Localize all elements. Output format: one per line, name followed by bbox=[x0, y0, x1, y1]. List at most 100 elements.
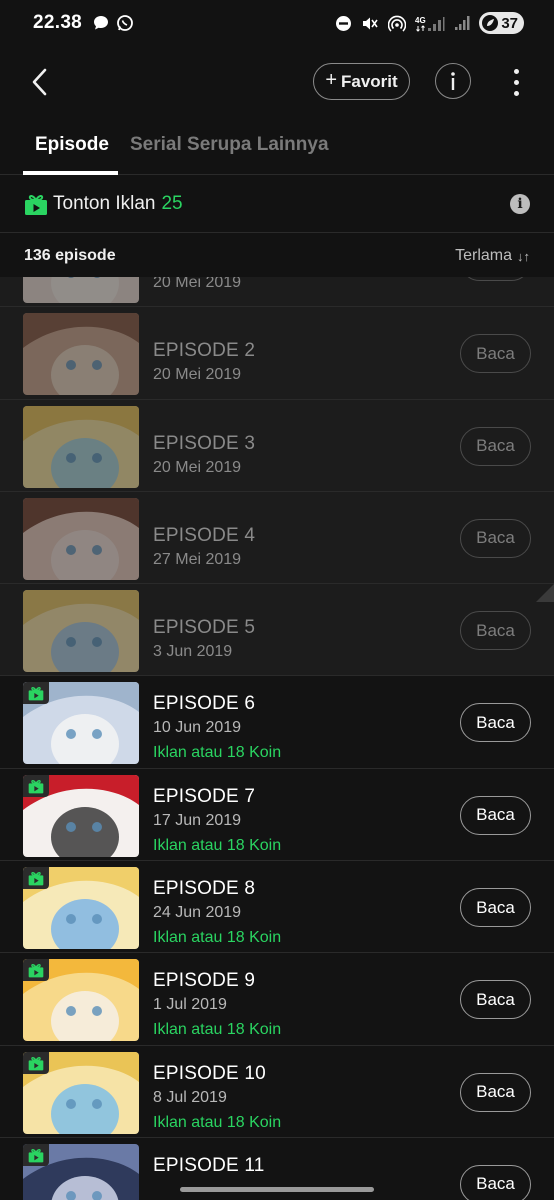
corner-fold-icon bbox=[536, 584, 554, 603]
episode-row[interactable]: EPISODE 3 20 Mei 2019 Baca bbox=[0, 399, 554, 492]
episode-price: Iklan atau 18 Koin bbox=[153, 744, 282, 762]
episode-price: Iklan atau 18 Koin bbox=[153, 929, 282, 947]
episode-thumbnail[interactable] bbox=[23, 590, 139, 673]
episode-date: 27 Mei 2019 bbox=[153, 550, 242, 568]
episode-thumbnail[interactable] bbox=[23, 682, 139, 765]
episode-thumbnail[interactable] bbox=[23, 497, 139, 580]
episode-row[interactable]: EPISODE 6 10 Jun 2019 Iklan atau 18 Koin Ba… bbox=[0, 676, 554, 769]
episode-row[interactable]: EPISODE 7 17 Jun 2019 Iklan atau 18 Koin Ba… bbox=[0, 768, 554, 862]
episode-date: 20 Mei 2019 bbox=[153, 366, 242, 384]
episode-price: Iklan atau 18 Koin bbox=[153, 836, 282, 854]
episode-row[interactable]: EPISODE 8 24 Jun 2019 Iklan atau 18 Koin Ba… bbox=[0, 861, 554, 954]
plus-icon: + bbox=[325, 69, 337, 91]
watch-ad-row[interactable]: Tonton Iklan 25 i bbox=[0, 176, 554, 233]
read-button[interactable]: Baca bbox=[460, 426, 531, 466]
home-indicator[interactable] bbox=[180, 1187, 374, 1192]
episode-price: Iklan atau 18 Koin bbox=[153, 1021, 282, 1039]
episode-price: Iklan atau 18 Koin bbox=[153, 1113, 282, 1131]
episode-title: EPISODE 11 bbox=[153, 1154, 265, 1176]
read-button[interactable]: Baca bbox=[460, 888, 531, 928]
read-button[interactable]: Baca bbox=[460, 277, 531, 281]
list-header: 136 episode Terlama ↓↑ bbox=[0, 234, 554, 278]
episode-title: EPISODE 4 bbox=[153, 524, 256, 546]
svg-text:4G: 4G bbox=[415, 16, 426, 25]
episode-row[interactable]: EPISODE 10 8 Jul 2019 Iklan atau 18 Koin Ba… bbox=[0, 1045, 554, 1138]
watch-ad-label: Tonton Iklan bbox=[53, 193, 156, 214]
gift-icon bbox=[25, 194, 47, 215]
info-button[interactable] bbox=[435, 63, 471, 99]
whatsapp-icon bbox=[117, 15, 133, 31]
episode-thumbnail[interactable] bbox=[23, 1051, 139, 1134]
network-4g-icon: 4G bbox=[415, 16, 445, 32]
status-bar: 22.38 4G 37 bbox=[0, 0, 554, 46]
episode-thumbnail[interactable] bbox=[23, 867, 139, 950]
read-button[interactable]: Baca bbox=[460, 980, 531, 1020]
episode-title: EPISODE 10 bbox=[153, 1062, 266, 1084]
more-dot-icon bbox=[513, 68, 519, 74]
system-icons: 4G 37 bbox=[335, 12, 524, 34]
read-button[interactable]: Baca bbox=[460, 795, 531, 835]
ad-unlock-icon bbox=[23, 682, 49, 705]
info-icon bbox=[451, 72, 455, 90]
episode-thumbnail[interactable] bbox=[23, 774, 139, 857]
ad-unlock-icon bbox=[23, 774, 49, 797]
more-dot-icon bbox=[513, 90, 519, 96]
tab-similar-series[interactable]: Serial Serupa Lainnya bbox=[130, 134, 329, 156]
episode-date: 8 Jul 2019 bbox=[153, 1088, 227, 1106]
episode-title: EPISODE 7 bbox=[153, 785, 256, 807]
episode-date: 24 Jun 2019 bbox=[153, 904, 242, 922]
episode-thumbnail[interactable] bbox=[23, 1143, 139, 1200]
mute-icon bbox=[363, 17, 378, 29]
episode-row[interactable]: EPISODE 2 20 Mei 2019 Baca bbox=[0, 307, 554, 400]
read-button[interactable]: Baca bbox=[460, 1072, 531, 1112]
episode-title: EPISODE 3 bbox=[153, 432, 256, 454]
episode-row[interactable]: EPISODE 9 1 Jul 2019 Iklan atau 18 Koin Bac… bbox=[0, 953, 554, 1046]
episode-date: 1 Jul 2019 bbox=[153, 996, 227, 1014]
ad-unlock-icon bbox=[23, 1051, 49, 1074]
episode-title: EPISODE 8 bbox=[153, 878, 256, 900]
back-button[interactable] bbox=[22, 64, 56, 100]
notification-icons bbox=[92, 14, 134, 32]
episode-list[interactable]: EPISODE 120 Mei 2019BacaEPISODE 220 Mei … bbox=[0, 277, 554, 1200]
tab-episode[interactable]: Episode bbox=[35, 134, 109, 156]
episode-row[interactable]: EPISODE 5 3 Jun 2019 Baca bbox=[0, 584, 554, 677]
favorite-button[interactable]: + Favorit bbox=[313, 63, 410, 100]
do-not-disturb-icon bbox=[336, 15, 352, 31]
more-options-button[interactable] bbox=[500, 62, 532, 102]
episode-thumbnail[interactable] bbox=[23, 277, 139, 303]
ad-info-icon[interactable]: i bbox=[510, 194, 530, 214]
episode-title: EPISODE 5 bbox=[153, 617, 256, 639]
ad-unlock-icon bbox=[23, 959, 49, 982]
episode-date: 10 Jun 2019 bbox=[153, 719, 242, 737]
episode-count: 136 episode bbox=[24, 247, 116, 264]
read-button[interactable]: Baca bbox=[460, 518, 531, 558]
battery-level: 37 bbox=[501, 14, 518, 32]
hotspot-icon bbox=[388, 15, 407, 32]
read-button[interactable]: Baca bbox=[460, 611, 531, 651]
back-arrow-icon bbox=[32, 68, 47, 96]
episode-date: 20 Mei 2019 bbox=[153, 277, 242, 291]
episode-thumbnail[interactable] bbox=[23, 959, 139, 1042]
sort-label: Terlama bbox=[455, 247, 512, 264]
episode-title: EPISODE 6 bbox=[153, 693, 256, 715]
episode-thumbnail[interactable] bbox=[23, 405, 139, 488]
more-dot-icon bbox=[513, 79, 519, 85]
favorite-label: Favorit bbox=[341, 71, 398, 91]
active-tab-indicator bbox=[23, 171, 118, 175]
read-button[interactable]: Baca bbox=[460, 334, 531, 374]
sort-button[interactable]: Terlama ↓↑ bbox=[455, 247, 530, 265]
chat-bubble-icon bbox=[94, 16, 109, 30]
episode-date: 3 Jun 2019 bbox=[153, 643, 233, 661]
read-button[interactable]: Baca bbox=[460, 1164, 531, 1200]
sort-icon: ↓↑ bbox=[517, 248, 530, 264]
episode-row[interactable]: EPISODE 120 Mei 2019Baca bbox=[0, 277, 554, 308]
episode-row[interactable]: EPISODE 4 27 Mei 2019 Baca bbox=[0, 491, 554, 585]
read-button[interactable]: Baca bbox=[460, 703, 531, 743]
episode-title: EPISODE 9 bbox=[153, 970, 256, 992]
ad-unlock-icon bbox=[23, 867, 49, 890]
episode-thumbnail[interactable] bbox=[23, 313, 139, 396]
watch-ad-count: 25 bbox=[161, 193, 183, 214]
tab-bar: Episode Serial Serupa Lainnya bbox=[0, 124, 554, 175]
ad-unlock-icon bbox=[23, 1143, 49, 1166]
episode-title: EPISODE 2 bbox=[153, 340, 256, 362]
